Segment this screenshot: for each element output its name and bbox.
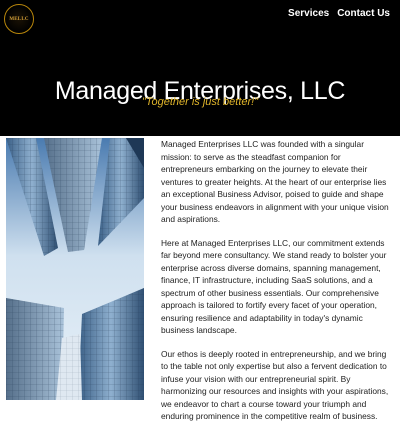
top-nav: Services Contact Us [288,8,390,19]
about-content: Managed Enterprises LLC was founded with… [161,138,394,434]
nav-link-contact-us[interactable]: Contact Us [337,8,390,19]
skyscrapers-image [6,138,144,400]
about-paragraph-1: Managed Enterprises LLC was founded with… [161,139,389,224]
logo-text: MELLC [9,16,29,22]
about-paragraph-3: Our ethos is deeply rooted in entreprene… [161,348,389,422]
about-paragraph-2: Here at Managed Enterprises LLC, our com… [161,237,387,336]
hero-banner: MELLC Services Contact Us Managed Enterp… [0,0,400,136]
company-logo[interactable]: MELLC [4,4,34,34]
tagline: "Together is just better!" [141,96,259,108]
nav-link-services[interactable]: Services [288,8,329,19]
